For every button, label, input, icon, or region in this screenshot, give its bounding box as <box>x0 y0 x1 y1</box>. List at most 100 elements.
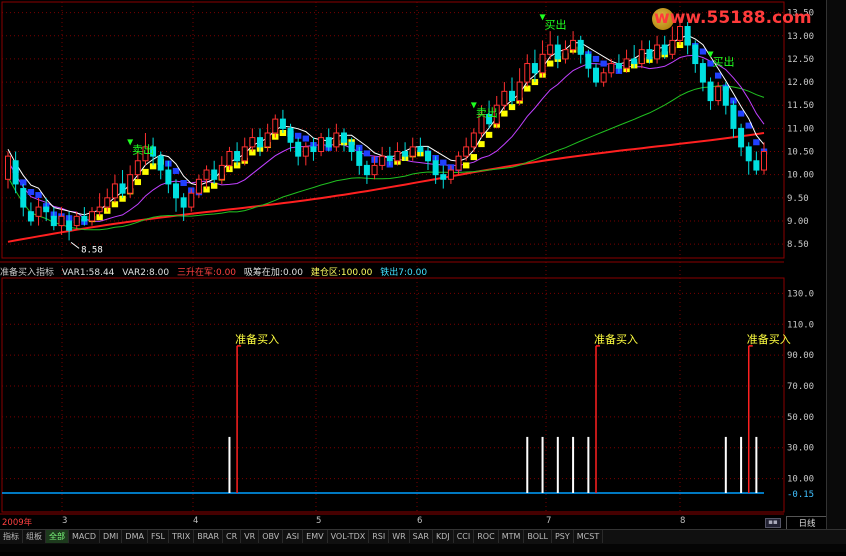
date-axis: 2009年 3 4 5 6 7 8 <box>0 516 784 528</box>
tab-11[interactable]: OBV <box>259 530 284 543</box>
tab-0[interactable]: 指标 <box>0 530 23 543</box>
blue-band-block <box>699 48 707 55</box>
candle-body <box>27 211 34 222</box>
candle-body <box>753 160 760 171</box>
blue-band-block <box>753 139 760 146</box>
low-marker-pointer <box>70 242 80 249</box>
sub-y-tick: 70.00 <box>787 382 814 392</box>
tab-15[interactable]: RSI <box>369 530 390 543</box>
blue-band-block <box>35 192 42 199</box>
tab-17[interactable]: SAR <box>410 530 433 543</box>
candle-body <box>363 164 370 176</box>
tab-16[interactable]: WR <box>389 530 410 543</box>
date-label: 4 <box>193 516 199 526</box>
candle-body <box>455 155 462 171</box>
candle-body <box>119 183 126 194</box>
date-label: 6 <box>417 516 423 526</box>
candle-body <box>470 132 477 148</box>
scroll-right-button[interactable]: ▪▪ <box>765 518 781 528</box>
main-y-tick: 11.00 <box>787 124 814 134</box>
candle-body <box>348 141 355 153</box>
tab-1[interactable]: 组板 <box>23 530 46 543</box>
candle-body <box>302 146 309 157</box>
indicator-var2: VAR2:8.00 <box>122 268 170 278</box>
sub-y-tick: 50.00 <box>787 413 814 423</box>
candle-body <box>539 53 546 74</box>
candle-body <box>157 155 164 171</box>
candle-body <box>646 49 653 60</box>
candle-body <box>165 169 172 185</box>
blue-band-block <box>600 60 607 67</box>
blue-band-block <box>592 55 600 62</box>
main-y-tick: 10.50 <box>787 148 814 158</box>
candle-body <box>111 183 118 199</box>
candle-body <box>509 90 515 102</box>
candle-body <box>761 151 767 171</box>
candle-body <box>440 174 447 180</box>
candle-body <box>409 146 416 157</box>
tab-10[interactable]: VR <box>241 530 260 543</box>
candle-body <box>554 44 561 60</box>
tab-3[interactable]: MACD <box>69 530 100 543</box>
tab-21[interactable]: MTM <box>499 530 525 543</box>
candle-body <box>654 44 661 60</box>
candle-body <box>516 81 523 102</box>
candle-body <box>531 63 538 74</box>
candle-body <box>264 132 271 148</box>
yellow-band-block <box>470 154 478 161</box>
tab-20[interactable]: ROC <box>474 530 499 543</box>
yellow-band-block <box>546 60 554 67</box>
tab-19[interactable]: CCI <box>454 530 475 543</box>
period-selector[interactable]: 日线 <box>786 516 828 530</box>
candle-body <box>722 86 729 106</box>
main-y-tick: 9.00 <box>787 217 809 227</box>
candle-body <box>562 49 569 60</box>
main-y-tick: 12.50 <box>787 55 814 65</box>
candle-body <box>593 67 599 83</box>
sub-y-tick: -0.15 <box>787 490 814 500</box>
tab-4[interactable]: DMI <box>100 530 123 543</box>
tab-9[interactable]: CR <box>223 530 242 543</box>
candle-body <box>600 72 607 83</box>
candle-body <box>257 137 263 148</box>
date-label: 7 <box>546 516 552 526</box>
tab-12[interactable]: ASI <box>283 530 304 543</box>
tab-8[interactable]: BRAR <box>194 530 224 543</box>
candle-body <box>356 151 363 166</box>
candle-body <box>127 174 134 194</box>
tab-14[interactable]: VOL-TDX <box>328 530 370 543</box>
candle-body <box>325 137 332 148</box>
blue-band-block <box>172 167 180 174</box>
candle-body <box>249 137 256 148</box>
candle-body <box>318 137 325 153</box>
tab-5[interactable]: DMA <box>122 530 148 543</box>
candle-body <box>89 211 95 222</box>
candle-body <box>66 220 73 231</box>
date-label: 5 <box>316 516 322 526</box>
candle-body <box>417 146 424 153</box>
tab-24[interactable]: MCST <box>574 530 604 543</box>
sub-signal-label: 准备买入 <box>235 332 279 346</box>
candle-body <box>35 206 42 217</box>
candle-body <box>234 151 241 162</box>
signal-label: 买出 <box>545 17 567 31</box>
candle-body <box>669 39 676 55</box>
candle-body <box>211 169 218 180</box>
tab-22[interactable]: BOLL <box>524 530 552 543</box>
tab-7[interactable]: TRIX <box>169 530 195 543</box>
status-strip <box>0 544 846 552</box>
tab-6[interactable]: FSL <box>148 530 169 543</box>
yellow-band-block <box>134 179 142 186</box>
date-label: 8 <box>680 516 686 526</box>
tab-23[interactable]: PSY <box>552 530 574 543</box>
blue-band-block <box>440 159 447 166</box>
candle-body <box>43 206 50 213</box>
sub-signal-label: 准备买入 <box>594 332 638 346</box>
candle-body <box>447 169 454 180</box>
tab-18[interactable]: KDJ <box>433 530 454 543</box>
indicator-name[interactable]: 准备买入指标 <box>0 268 54 278</box>
tab-2[interactable]: 全部 <box>46 530 69 543</box>
sub-y-tick: 130.0 <box>787 289 814 299</box>
tab-13[interactable]: EMV <box>303 530 328 543</box>
candle-body <box>96 206 103 213</box>
